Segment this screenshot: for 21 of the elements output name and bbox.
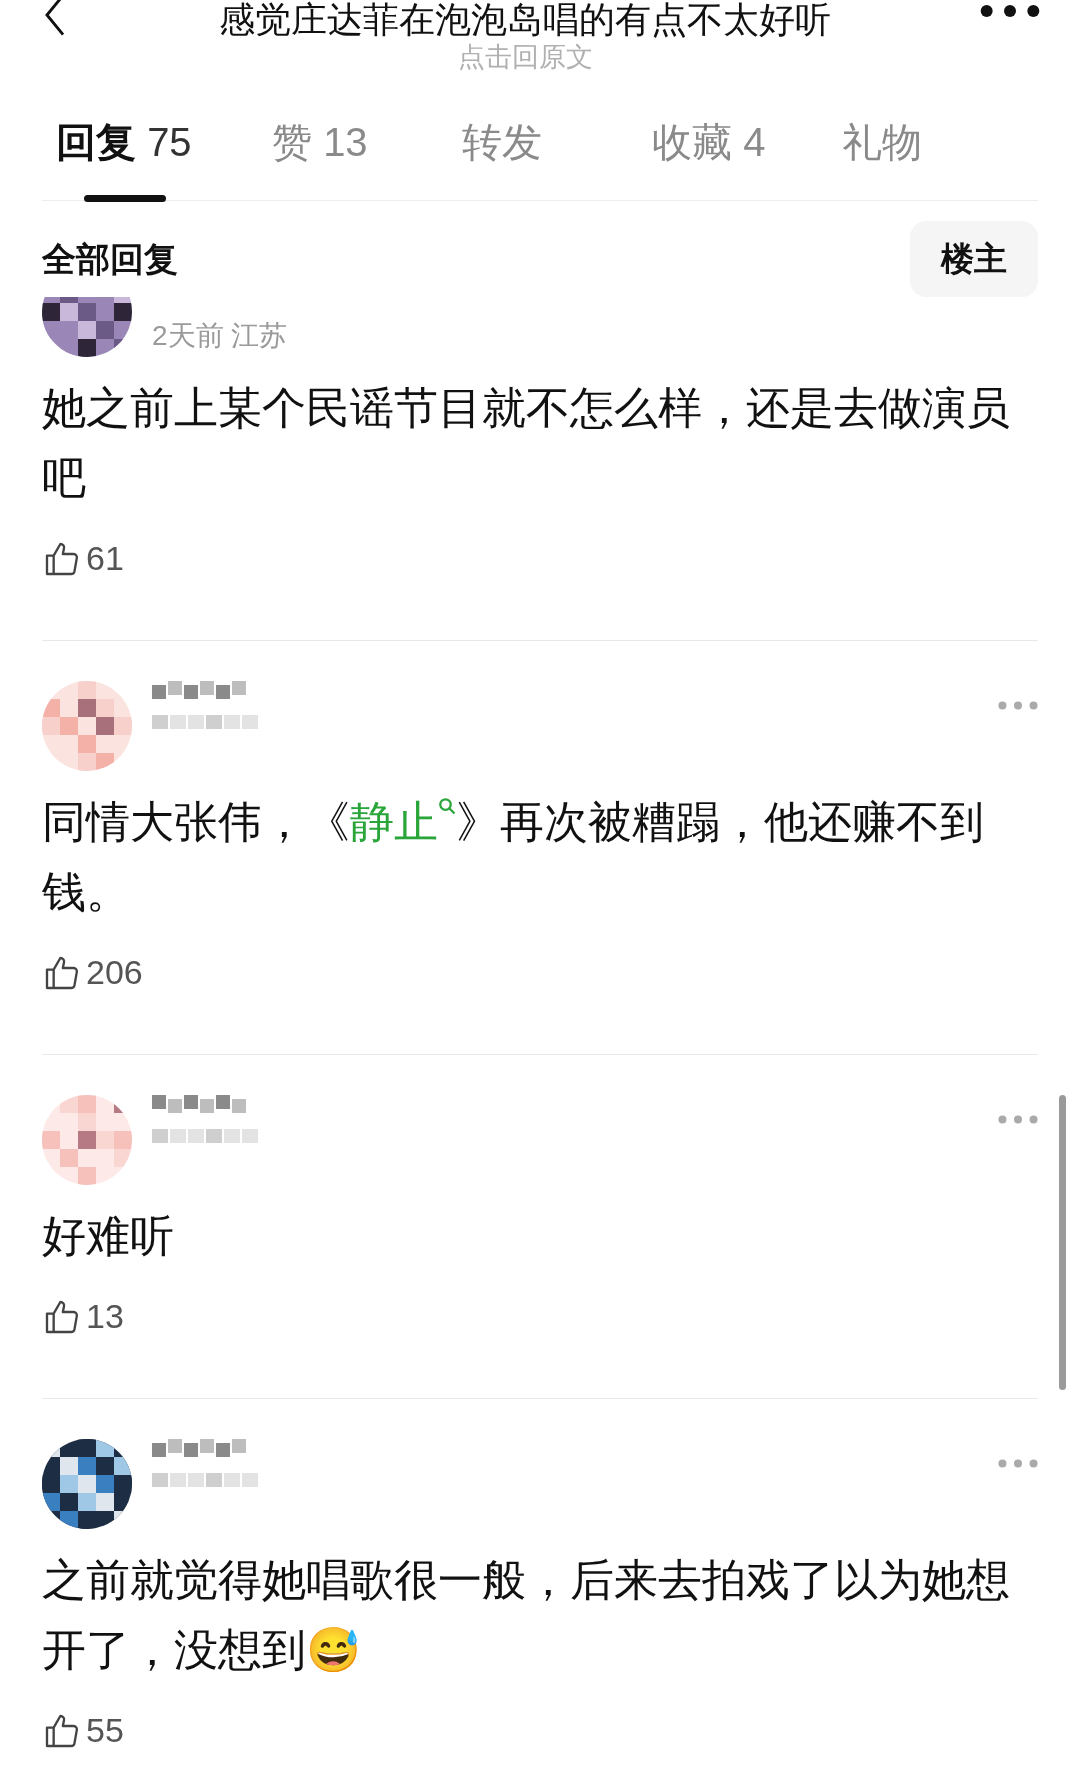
search-icon[interactable]	[438, 797, 456, 815]
like-count: 13	[86, 1296, 124, 1337]
comment-text: 她之前上某个民谣节目就不怎么样，还是去做演员吧	[42, 382, 1011, 504]
tab[interactable]: 收藏 4	[632, 118, 822, 200]
tab[interactable]: 回复 75	[42, 118, 252, 200]
like-count: 55	[86, 1710, 124, 1751]
comment-text: 同情大张伟，《静止 》再次被糟蹋，他还赚不到钱。	[42, 796, 985, 918]
tab[interactable]: 赞 13	[252, 118, 442, 200]
op-filter-button[interactable]: 楼主	[910, 221, 1038, 297]
post-title: 感觉庄达菲在泡泡岛唱的有点不太好听	[219, 0, 831, 40]
comment-time-location: 2天前 江苏	[152, 319, 289, 353]
section-title: 全部回复	[42, 238, 178, 280]
tab[interactable]: 转发	[442, 118, 632, 200]
like-count: 206	[86, 952, 143, 993]
comment-text: 之前就觉得她唱歌很一般，后来去拍戏了以为她想开了，没想到😅	[42, 1554, 1011, 1676]
view-original-link[interactable]: 点击回原文	[457, 40, 593, 74]
comment-text: 好难听	[42, 1210, 175, 1262]
topic-link[interactable]: 静止	[350, 797, 456, 846]
more-icon[interactable]	[980, 4, 1040, 18]
tab[interactable]: 礼物	[822, 118, 1012, 200]
like-count: 61	[86, 538, 124, 579]
